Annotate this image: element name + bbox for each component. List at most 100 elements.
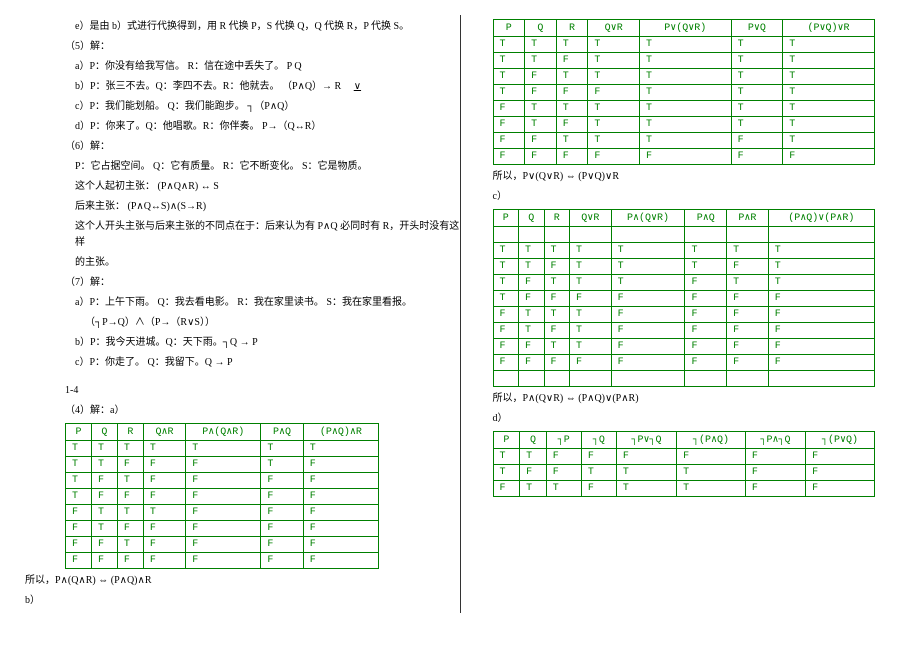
table-cell xyxy=(493,227,519,243)
truth-table-c: PQRQ∨RP∧(Q∨R)P∧QP∧R(P∧Q)∨(P∧R) TTTTTTTTT… xyxy=(493,209,875,387)
table-cell xyxy=(493,371,519,387)
table-cell: T xyxy=(783,101,875,117)
conclusion-a: 所以，P∧(Q∧R) ⇔ (P∧Q)∧R xyxy=(25,573,468,589)
table-cell: F xyxy=(677,449,746,465)
table-cell: F xyxy=(768,339,874,355)
table-cell xyxy=(727,371,769,387)
table-cell: T xyxy=(519,259,545,275)
table-cell: T xyxy=(493,85,525,101)
table-cell: T xyxy=(727,243,769,259)
table-cell: F xyxy=(556,85,588,101)
text: b）P：张三不去。Q：李四不去。R：他就去。 （P∧Q）→ R xyxy=(75,81,341,92)
table-cell xyxy=(685,227,727,243)
table-cell: F xyxy=(91,473,117,489)
table-header: ┐(P∨Q) xyxy=(806,432,875,449)
table-cell: T xyxy=(91,505,117,521)
truth-table-b: PQRQ∨RP∨(Q∨R)P∨Q(P∨Q)∨RTTTTTTTTTFTTTTTFT… xyxy=(493,19,875,165)
table-cell: F xyxy=(261,521,303,537)
label-b: b） xyxy=(25,593,468,609)
table-header: P∧Q xyxy=(261,424,303,441)
table-cell: F xyxy=(556,53,588,69)
table-cell xyxy=(685,371,727,387)
table-cell: T xyxy=(493,69,525,85)
left-column: e）是由 b）式进行代换得到，用 R 代换 P，S 代换 Q，Q 代换 R，P … xyxy=(25,15,468,613)
truth-table-a: PQRQ∧RP∧(Q∧R)P∧Q(P∧Q)∧RTTTTTTTTTFFFTFTFT… xyxy=(65,423,379,569)
table-cell: F xyxy=(546,449,581,465)
table-header: (P∨Q)∨R xyxy=(783,20,875,37)
table-cell: T xyxy=(783,133,875,149)
table-cell: T xyxy=(544,307,570,323)
table-cell: T xyxy=(685,243,727,259)
table-cell: F xyxy=(66,537,92,553)
table-header: R xyxy=(117,424,143,441)
table-cell: F xyxy=(493,339,519,355)
table-header: Q xyxy=(91,424,117,441)
table-cell xyxy=(519,227,545,243)
text-line: b）P：张三不去。Q：李四不去。R：他就去。 （P∧Q）→ R ∨ xyxy=(75,79,468,95)
table-cell: T xyxy=(570,307,612,323)
table-cell: T xyxy=(783,53,875,69)
table-cell: T xyxy=(640,53,732,69)
label-d: d） xyxy=(493,411,896,427)
table-header: Q∨R xyxy=(588,20,640,37)
table-cell: T xyxy=(768,259,874,275)
table-cell: F xyxy=(303,537,378,553)
table-cell: F xyxy=(588,85,640,101)
table-cell: F xyxy=(611,291,685,307)
table-cell: T xyxy=(570,275,612,291)
text-line: P：它占据空间。 Q：它有质量。 R：它不断变化。 S：它是物质。 xyxy=(75,159,468,175)
text-line: （┐P→Q）∧（P→（R∨S）） xyxy=(85,315,468,331)
table-cell: F xyxy=(493,307,519,323)
table-cell: F xyxy=(143,537,185,553)
table-cell: F xyxy=(186,521,261,537)
table-cell xyxy=(768,371,874,387)
table-cell: T xyxy=(731,117,783,133)
table-cell: T xyxy=(520,481,547,497)
table-cell: F xyxy=(806,465,875,481)
table-cell: F xyxy=(525,85,557,101)
table-cell: F xyxy=(727,307,769,323)
table-header: ┐P∨┐Q xyxy=(616,432,676,449)
table-cell: T xyxy=(544,339,570,355)
table-cell: T xyxy=(544,275,570,291)
table-cell: T xyxy=(640,117,732,133)
table-cell: T xyxy=(303,441,378,457)
table-cell: F xyxy=(493,101,525,117)
table-cell: F xyxy=(493,133,525,149)
table-cell: F xyxy=(186,553,261,569)
table-cell: F xyxy=(768,307,874,323)
table-cell: T xyxy=(677,465,746,481)
table-cell: T xyxy=(640,85,732,101)
table-cell: T xyxy=(783,69,875,85)
table-cell: T xyxy=(525,53,557,69)
conclusion-c: 所以，P∧(Q∨R) ⇔ (P∧Q)∨(P∧R) xyxy=(493,391,896,407)
right-column: PQRQ∨RP∨(Q∨R)P∨Q(P∨Q)∨RTTTTTTTTTFTTTTTFT… xyxy=(493,15,896,613)
conclusion-b: 所以，P∨(Q∨R) ⇔ (P∨Q)∨R xyxy=(493,169,896,185)
table-cell: F xyxy=(303,553,378,569)
table-cell: F xyxy=(261,505,303,521)
table-cell: T xyxy=(519,243,545,259)
table-cell: F xyxy=(117,521,143,537)
table-header: P xyxy=(493,20,525,37)
text-line: 的主张。 xyxy=(75,255,468,271)
table-header: P∧Q xyxy=(685,210,727,227)
table-cell: T xyxy=(731,69,783,85)
table-header: R xyxy=(544,210,570,227)
table-cell: T xyxy=(143,505,185,521)
table-cell: T xyxy=(143,441,185,457)
table-header: P∧(Q∨R) xyxy=(611,210,685,227)
table-cell: F xyxy=(806,449,875,465)
table-cell: F xyxy=(685,291,727,307)
table-cell: T xyxy=(493,37,525,53)
table-cell: F xyxy=(611,339,685,355)
table-cell: F xyxy=(544,291,570,307)
table-cell: F xyxy=(556,149,588,165)
table-cell: F xyxy=(581,481,616,497)
table-cell: F xyxy=(588,149,640,165)
text-line: （6）解： xyxy=(65,139,468,155)
table-cell: T xyxy=(525,101,557,117)
table-cell: F xyxy=(261,489,303,505)
table-cell: T xyxy=(66,473,92,489)
table-cell: F xyxy=(519,275,545,291)
table-cell: F xyxy=(685,275,727,291)
